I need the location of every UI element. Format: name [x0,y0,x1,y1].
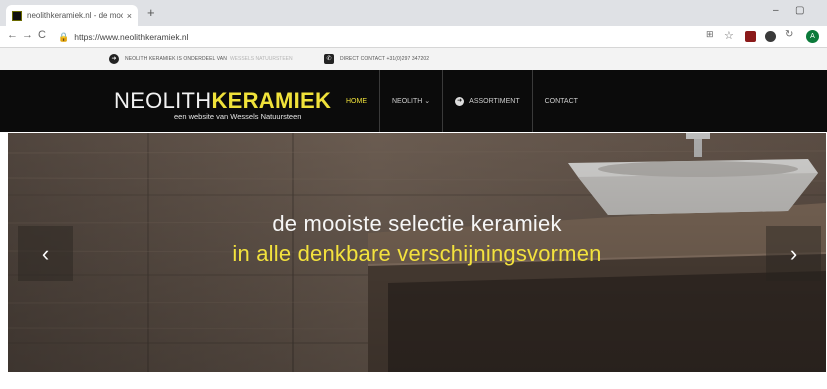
back-button[interactable]: ← [7,29,18,41]
extension-icon[interactable]: ↻ [785,29,793,40]
info-contact: ✆ DIRECT CONTACT +31(0)297 347202 [324,54,429,64]
minimize-button[interactable]: – [773,5,779,16]
chevron-down-icon: ⌄ [424,98,431,105]
info-affiliation-text: NEOLITH KERAMIEK IS ONDERDEEL VAN [125,56,227,62]
menu-item-contact[interactable]: CONTACT [531,70,590,132]
profile-avatar[interactable]: A [806,30,819,43]
menu-item-label: ASSORTIMENT [469,97,520,105]
extension-icon[interactable] [745,31,756,42]
browser-tab-strip: neolithkeramiek.nl - de mooiste × + – ▢ [0,0,827,26]
lock-icon: 🔒 [58,31,70,42]
info-affiliation: ➜ NEOLITH KERAMIEK IS ONDERDEEL VAN WESS… [109,54,293,64]
translate-icon[interactable]: ⊞ [706,29,714,40]
info-contact-text[interactable]: DIRECT CONTACT +31(0)297 347202 [340,56,429,62]
hero-slider: de mooiste selectie keramiek in alle den… [8,133,826,372]
tab-title: neolithkeramiek.nl - de mooiste [27,11,123,20]
site-favicon-icon [12,10,22,21]
new-tab-button[interactable]: + [147,5,155,20]
site-info-bar: ➜ NEOLITH KERAMIEK IS ONDERDEEL VAN WESS… [0,48,827,70]
menu-item-label: HOME [346,97,367,105]
phone-icon: ✆ [324,54,334,64]
tab-close-icon[interactable]: × [127,11,132,21]
url-text[interactable]: https://www.neolithkeramiek.nl [74,32,188,42]
hero-headline: de mooiste selectie keramiek [272,211,562,236]
site-header: NEOLITHKERAMIEK een website van Wessels … [0,70,827,132]
menu-item-label: CONTACT [544,97,578,105]
maximize-button[interactable]: ▢ [795,5,804,16]
logo-wordmark: NEOLITHKERAMIEK [114,88,331,114]
browser-toolbar: ← → C 🔒 https://www.neolithkeramiek.nl ⊞… [0,26,827,48]
hero-subheadline: in alle denkbare verschijningsvormen [232,241,602,266]
browser-tab[interactable]: neolithkeramiek.nl - de mooiste × [6,5,138,26]
page-below-fold [0,372,827,389]
menu-item-label: NEOLITH [392,97,423,105]
menu-item-home[interactable]: HOME [334,70,379,132]
logo-part2: KERAMIEK [211,88,332,113]
arrow-circle-icon: ➜ [109,54,119,64]
menu-item-neolith[interactable]: NEOLITH ⌄ [379,70,442,132]
forward-button[interactable]: → [22,29,33,41]
extension-icon[interactable] [765,31,776,42]
address-bar[interactable]: 🔒 https://www.neolithkeramiek.nl [58,29,668,45]
arrow-circle-icon: ➜ [455,96,465,106]
main-menu: HOME NEOLITH ⌄ ➜ ASSORTIMENT CONTACT [334,70,590,132]
reload-button[interactable]: C [38,29,46,41]
wessels-link[interactable]: WESSELS NATUURSTEEN [230,56,293,62]
logo-part1: NEOLITH [114,88,212,113]
bookmark-star-icon[interactable]: ☆ [724,29,734,42]
menu-item-assortiment[interactable]: ➜ ASSORTIMENT [442,70,531,132]
logo-subtitle: een website van Wessels Natuursteen [174,112,302,121]
slider-prev-button[interactable]: ‹ [18,226,73,281]
slider-next-button[interactable]: › [766,226,821,281]
